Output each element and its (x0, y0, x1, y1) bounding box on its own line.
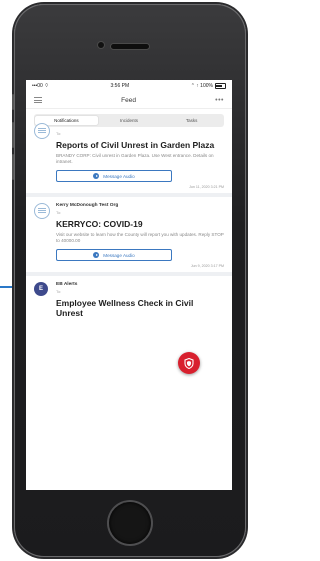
play-icon (93, 173, 100, 179)
recipient-label: To: (56, 131, 62, 136)
recipient-label: To: (56, 289, 62, 294)
panic-shield-button[interactable] (178, 352, 200, 374)
menu-icon[interactable] (34, 97, 42, 103)
mute-switch (12, 94, 14, 110)
notification-card[interactable]: To: Reports of Civil Unrest in Garden Pl… (26, 123, 232, 197)
tab-tasks[interactable]: Tasks (160, 116, 223, 125)
org-avatar-icon (34, 123, 50, 139)
carrier-signal: •••00 ⌔ (32, 83, 49, 89)
notification-card[interactable]: Kerry McDonough Test Org To: KERRYCO: CO… (26, 197, 232, 276)
sender-name: EB Alerts (56, 282, 78, 287)
notification-description: Visit our website to learn how the Count… (56, 232, 224, 243)
notification-title: KERRYCO: COVID-19 (56, 219, 143, 229)
battery-percent: ⌃ ↑ 100% (190, 83, 213, 89)
more-options-icon[interactable]: ••• (215, 97, 224, 104)
home-button[interactable] (109, 502, 151, 544)
notification-title: Reports of Civil Unrest in Garden Plaza (56, 140, 215, 150)
org-avatar-icon (34, 203, 50, 219)
tab-incidents[interactable]: Incidents (98, 116, 161, 125)
notification-timestamp: Jun 9, 2020 3:17 PM (190, 264, 224, 268)
sender-name: Kerry McDonough Test Org (56, 203, 119, 208)
earpiece-speaker (111, 44, 149, 49)
page-title: Feed (121, 96, 136, 104)
sender-avatar: E (34, 282, 48, 296)
message-audio-button[interactable]: Message Audio (56, 170, 172, 182)
notification-card[interactable]: E EB Alerts To: Employee Wellness Check … (26, 276, 232, 322)
segment-tabs: Notifications Incidents Tasks (34, 114, 224, 127)
status-time: 3:56 PM (110, 83, 130, 89)
message-audio-label: Message Audio (103, 173, 135, 179)
status-bar: •••00 ⌔ 3:56 PM ⌃ ↑ 100% (26, 80, 232, 92)
volume-up-button (12, 122, 14, 148)
front-camera (98, 42, 104, 48)
app-screen: •••00 ⌔ 3:56 PM ⌃ ↑ 100% Feed ••• Notifi… (26, 80, 232, 490)
nav-bar: Feed ••• (26, 92, 232, 109)
volume-down-button (12, 154, 14, 180)
notification-timestamp: Jun 11, 2020 3:21 PM (189, 185, 224, 189)
notification-description: BRANDY CORP: Civil unrest in Garden Plaz… (56, 153, 214, 164)
recipient-label: To: (56, 210, 62, 215)
battery-icon (214, 83, 226, 89)
message-audio-label: Message Audio (103, 252, 135, 258)
connector-line (0, 286, 14, 288)
play-icon (93, 252, 100, 258)
notification-title: Employee Wellness Check in Civil Unrest (56, 298, 194, 318)
message-audio-button[interactable]: Message Audio (56, 249, 172, 261)
status-right: ⌃ ↑ 100% (191, 83, 226, 89)
shield-icon (184, 357, 194, 369)
